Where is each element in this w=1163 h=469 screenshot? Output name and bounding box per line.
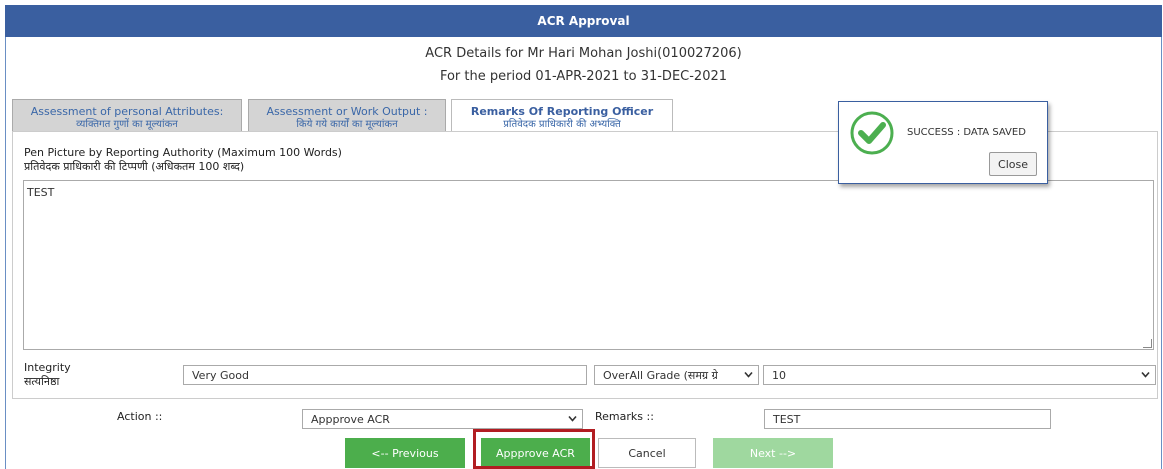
tab-label: Assessment or Work Output :	[266, 105, 428, 118]
integrity-label-hi: सत्यनिष्ठा	[24, 375, 60, 388]
tab-sub-label: किये गये कार्यों का मूल्यांकन	[296, 119, 398, 130]
success-message: SUCCESS : DATA SAVED	[907, 127, 1026, 138]
chevron-down-icon	[568, 414, 577, 425]
overall-grade-select-value: OverAll Grade (समग्र ग्रे	[603, 368, 718, 382]
remarks-input[interactable]: TEST	[764, 409, 1051, 429]
cancel-button[interactable]: Cancel	[598, 438, 696, 468]
tab-remarks-reporting-officer[interactable]: Remarks Of Reporting Officer प्रतिवेदक प…	[451, 99, 673, 131]
close-button[interactable]: Close	[989, 152, 1037, 176]
pen-picture-value: TEST	[27, 186, 55, 199]
approve-button-highlight	[473, 429, 595, 469]
chevron-down-icon	[744, 370, 753, 381]
integrity-label-en: Integrity	[24, 361, 71, 374]
dialog-title: ACR Approval	[5, 5, 1162, 37]
success-dialog: SUCCESS : DATA SAVED Close	[838, 101, 1048, 184]
tab-work-output[interactable]: Assessment or Work Output : किये गये कार…	[248, 99, 446, 131]
tab-sub-label: प्रतिवेदक प्राधिकारी की अभ्यक्ति	[503, 119, 621, 130]
check-circle-icon	[849, 110, 895, 160]
pen-picture-label-hi: प्रतिवेदक प्राधिकारी की टिप्पणी (अधिकतम …	[24, 160, 245, 173]
tab-label: Remarks Of Reporting Officer	[470, 105, 654, 118]
previous-button[interactable]: <-- Previous	[345, 438, 465, 468]
tab-sub-label: व्यक्तिगत गुणों का मूल्यांकन	[76, 119, 178, 130]
integrity-input[interactable]: Very Good	[183, 365, 587, 385]
chevron-down-icon	[1141, 370, 1150, 381]
period-heading: For the period 01-APR-2021 to 31-DEC-202…	[439, 69, 728, 84]
resize-handle-icon[interactable]	[1143, 339, 1152, 348]
remarks-value: TEST	[773, 412, 801, 426]
remarks-label: Remarks ::	[595, 410, 654, 423]
grade-value-select[interactable]: 10	[763, 365, 1156, 385]
overall-grade-select[interactable]: OverAll Grade (समग्र ग्रे	[594, 365, 759, 385]
pen-picture-label-en: Pen Picture by Reporting Authority (Maxi…	[24, 146, 342, 159]
tab-personal-attributes[interactable]: Assessment of personal Attributes: व्यक्…	[12, 99, 242, 131]
grade-value: 10	[772, 368, 786, 382]
action-select-value: Appprove ACR	[311, 412, 390, 426]
pen-picture-textarea[interactable]: TEST	[23, 180, 1154, 350]
pen-picture-label: Pen Picture by Reporting Authority (Maxi…	[24, 146, 342, 174]
acr-details-heading: ACR Details for Mr Hari Mohan Joshi(0100…	[425, 46, 742, 61]
action-label: Action ::	[117, 410, 163, 423]
tab-label: Assessment of personal Attributes:	[30, 105, 224, 118]
next-button[interactable]: Next -->	[713, 438, 833, 468]
integrity-value: Very Good	[192, 368, 249, 382]
action-select[interactable]: Appprove ACR	[302, 409, 583, 429]
integrity-label: Integrity सत्यनिष्ठा	[24, 361, 71, 389]
